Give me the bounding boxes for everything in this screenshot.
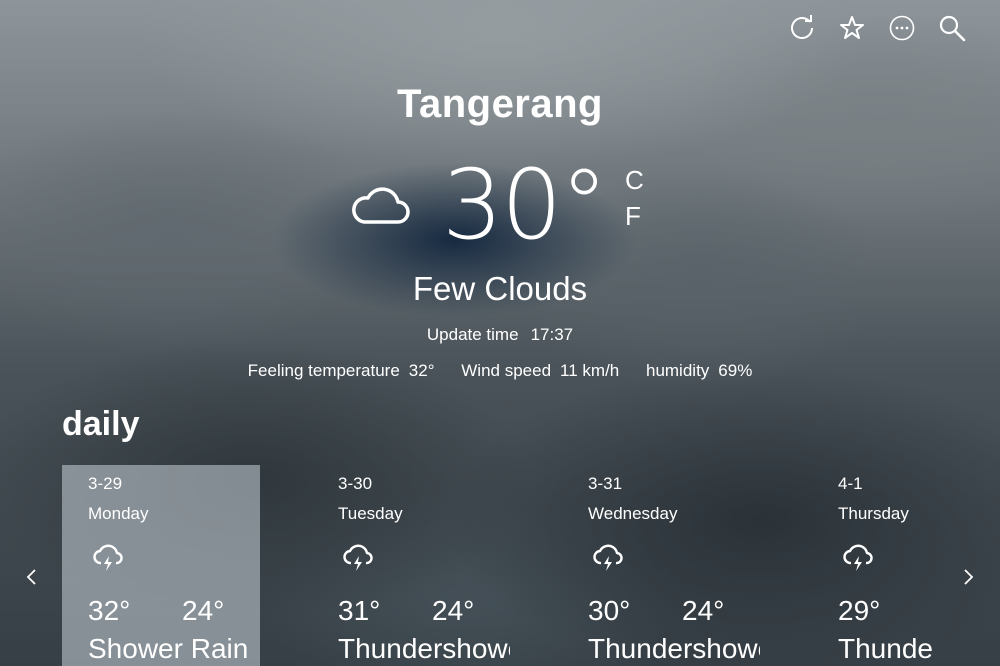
humidity-value: 69%	[718, 361, 753, 380]
day-low: 24°	[182, 595, 225, 626]
day-description: Thunde	[838, 633, 933, 664]
day-description: Shower Rain	[88, 633, 249, 664]
current-weather: 30°	[350, 149, 608, 261]
day-high: 30°	[588, 595, 631, 626]
weather-details: Feeling temperature 32° Wind speed 11 km/h…	[0, 361, 1000, 381]
chevron-right-icon	[964, 569, 974, 585]
unit-toggle: C F	[625, 164, 644, 232]
current-temperature: 30°	[442, 149, 608, 261]
more-icon	[889, 15, 915, 41]
day-description: Thundershowe	[588, 633, 760, 664]
thunderstorm-icon	[93, 544, 123, 571]
day-date: 3-30	[338, 474, 373, 493]
humidity: humidity 69%	[646, 361, 752, 380]
day-card[interactable]: 3-29 Monday 32° 24° Shower Rain	[62, 465, 260, 666]
day-date: 3-29	[88, 474, 123, 493]
fahrenheit-toggle[interactable]: F	[625, 200, 644, 232]
day-low: 24°	[682, 595, 725, 626]
day-weekday: Tuesday	[338, 504, 403, 523]
day-high: 29°	[838, 595, 881, 626]
current-condition: Few Clouds	[412, 270, 588, 307]
chevron-left-icon	[26, 569, 36, 585]
previous-days-button[interactable]	[20, 562, 44, 592]
search-button[interactable]	[934, 10, 970, 46]
top-toolbar	[784, 10, 970, 46]
more-button[interactable]	[884, 10, 920, 46]
update-time-label: Update time	[426, 325, 519, 344]
refresh-icon	[791, 15, 813, 39]
day-card[interactable]: 3-30 Tuesday 31° 24° Thundershowe	[312, 465, 510, 666]
day-date: 4-1	[838, 474, 863, 493]
update-time-value: 17:37	[530, 325, 574, 344]
next-days-button[interactable]	[956, 562, 980, 592]
day-weekday: Monday	[88, 504, 149, 523]
day-high: 31°	[338, 595, 381, 626]
feeling-temperature-label: Feeling temperature	[247, 361, 400, 380]
day-card[interactable]: 4-1 Thursday 29° Thunde	[812, 465, 942, 666]
day-high: 32°	[88, 595, 131, 626]
thunderstorm-icon	[343, 544, 373, 571]
favorite-button[interactable]	[834, 10, 870, 46]
wind-speed-value: 11 km/h	[560, 361, 620, 380]
day-weekday: Thursday	[838, 504, 909, 523]
search-icon	[939, 15, 966, 42]
day-weekday: Wednesday	[588, 504, 678, 523]
star-icon	[840, 16, 864, 39]
thunderstorm-icon	[593, 544, 623, 571]
thunderstorm-icon	[843, 544, 873, 571]
wind-speed: Wind speed 11 km/h	[461, 361, 619, 380]
feeling-temperature-value: 32°	[408, 361, 435, 380]
daily-title: daily	[62, 405, 140, 443]
city-name: Tangerang	[396, 82, 603, 126]
feeling-temperature: Feeling temperature 32°	[248, 361, 435, 380]
humidity-label: humidity	[645, 361, 710, 380]
day-description: Thundershowe	[338, 633, 510, 664]
wind-speed-label: Wind speed	[461, 361, 552, 380]
day-low: 24°	[432, 595, 475, 626]
update-time: Update time 17:37	[0, 325, 1000, 345]
day-card[interactable]: 3-31 Wednesday 30° 24° Thundershowe	[562, 465, 760, 666]
refresh-button[interactable]	[784, 10, 820, 46]
day-date: 3-31	[588, 474, 623, 493]
celsius-toggle[interactable]: C	[625, 164, 644, 196]
cloud-icon	[352, 187, 410, 224]
